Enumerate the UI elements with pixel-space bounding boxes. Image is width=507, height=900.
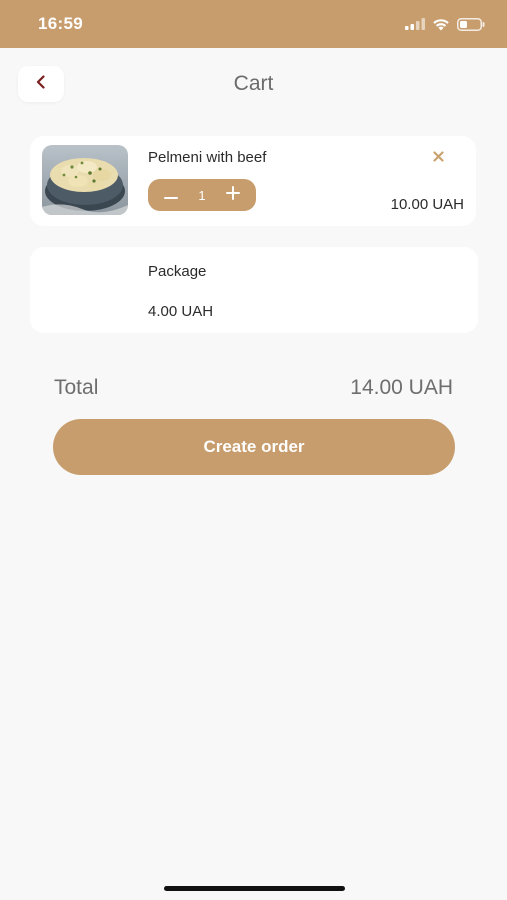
- home-indicator[interactable]: [164, 886, 345, 891]
- plus-icon: [225, 185, 240, 205]
- create-order-button[interactable]: Create order: [53, 419, 455, 475]
- package-price: 4.00 UAH: [148, 303, 214, 320]
- item-name: Pelmeni with beef: [148, 149, 267, 166]
- cart-item-card: Pelmeni with beef 1 10.00 UAH: [30, 136, 476, 226]
- remove-item-button[interactable]: [430, 150, 446, 166]
- package-card: Package 4.00 UAH: [30, 247, 478, 333]
- wifi-icon: [432, 18, 450, 31]
- decrease-quantity-button[interactable]: [162, 186, 180, 204]
- total-value: 14.00 UAH: [350, 376, 453, 399]
- minus-icon: [164, 186, 178, 204]
- status-icons: [405, 17, 485, 31]
- increase-quantity-button[interactable]: [224, 185, 242, 205]
- page-title: Cart: [233, 72, 274, 95]
- quantity-value: 1: [198, 187, 206, 203]
- total-label: Total: [54, 376, 99, 399]
- package-name: Package: [148, 263, 207, 280]
- cellular-signal-icon: [405, 18, 425, 30]
- battery-icon: [457, 17, 485, 31]
- item-price: 10.00 UAH: [390, 196, 464, 213]
- status-time: 16:59: [38, 14, 83, 33]
- status-bar: 16:59: [0, 0, 507, 48]
- quantity-stepper: 1: [148, 179, 256, 211]
- pelmeni-dish-image: [42, 145, 128, 215]
- close-icon: [432, 149, 444, 167]
